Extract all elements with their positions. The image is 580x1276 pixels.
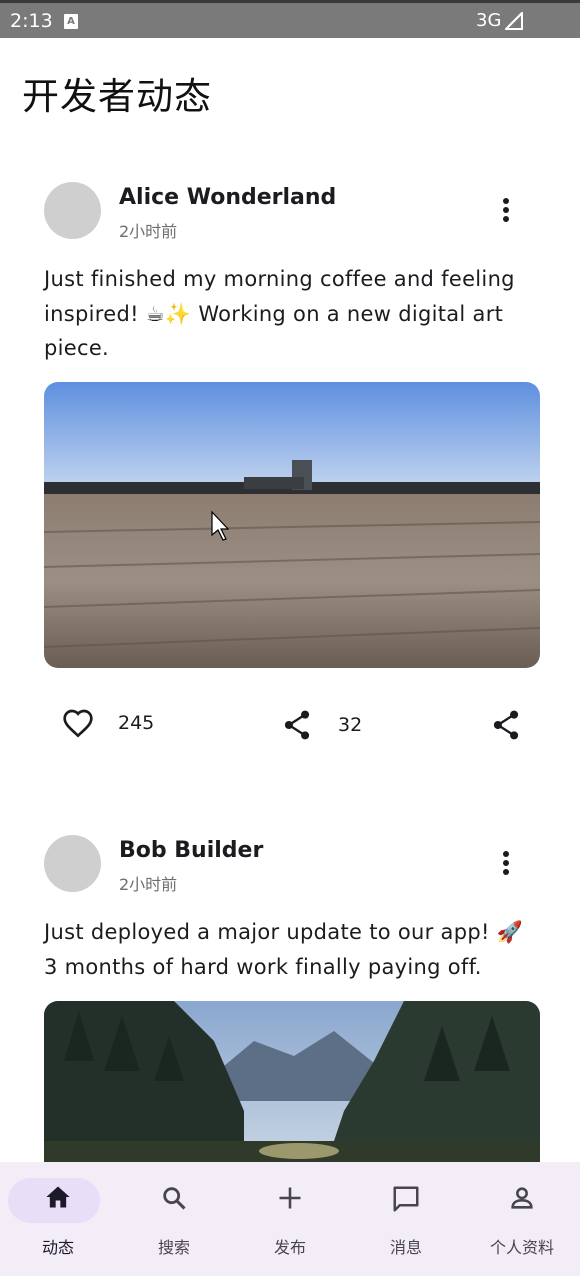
heart-outline-icon bbox=[63, 709, 93, 738]
status-time: 2:13 bbox=[10, 10, 53, 32]
person-icon bbox=[511, 1187, 533, 1209]
post-image[interactable] bbox=[44, 382, 540, 668]
nav-item-profile[interactable]: 个人资料 bbox=[464, 1162, 580, 1276]
message-icon bbox=[393, 1186, 419, 1212]
avatar[interactable] bbox=[44, 182, 101, 239]
like-button[interactable]: 245 bbox=[62, 708, 154, 738]
nav-label: 消息 bbox=[389, 1238, 422, 1257]
nav-label: 个人资料 bbox=[489, 1238, 554, 1257]
post-time: 2小时前 bbox=[119, 222, 178, 241]
network-type: 3G bbox=[476, 10, 502, 31]
keyboard-notification-icon: A bbox=[64, 14, 78, 29]
page-title: 开发者动态 bbox=[22, 75, 212, 118]
nav-item-post[interactable]: 发布 bbox=[232, 1162, 348, 1276]
more-options-button[interactable] bbox=[490, 847, 522, 879]
nav-label: 搜索 bbox=[157, 1238, 190, 1257]
share-count-button[interactable]: 32 bbox=[283, 710, 362, 740]
nav-item-search[interactable]: 搜索 bbox=[116, 1162, 232, 1276]
share-button[interactable] bbox=[492, 710, 520, 740]
more-vert-icon bbox=[503, 198, 509, 222]
like-count: 245 bbox=[118, 712, 155, 734]
share-count: 32 bbox=[338, 714, 363, 736]
nav-item-feed[interactable]: 动态 bbox=[0, 1162, 116, 1276]
add-icon bbox=[279, 1187, 301, 1209]
post-text: Just deployed a major update to our app!… bbox=[44, 920, 524, 979]
status-bar: 2:13 A 3G bbox=[0, 0, 580, 38]
share-icon bbox=[284, 710, 310, 740]
nav-item-messages[interactable]: 消息 bbox=[348, 1162, 464, 1276]
post-text: Just finished my morning coffee and feel… bbox=[44, 267, 515, 360]
signal-icon bbox=[505, 12, 523, 30]
avatar[interactable] bbox=[44, 835, 101, 892]
search-icon bbox=[163, 1187, 186, 1210]
bottom-navigation: 动态 搜索 发布 消息 个人资料 bbox=[0, 1162, 580, 1276]
more-options-button[interactable] bbox=[490, 194, 522, 226]
nav-label: 动态 bbox=[41, 1238, 74, 1257]
nav-label: 发布 bbox=[273, 1238, 306, 1257]
share-icon bbox=[493, 710, 519, 740]
post-author[interactable]: Alice Wonderland bbox=[119, 185, 336, 210]
boardwalk-photo bbox=[44, 382, 540, 668]
post-author[interactable]: Bob Builder bbox=[119, 838, 263, 863]
more-vert-icon bbox=[503, 851, 509, 875]
home-icon bbox=[46, 1186, 70, 1208]
post-time: 2小时前 bbox=[119, 875, 178, 894]
